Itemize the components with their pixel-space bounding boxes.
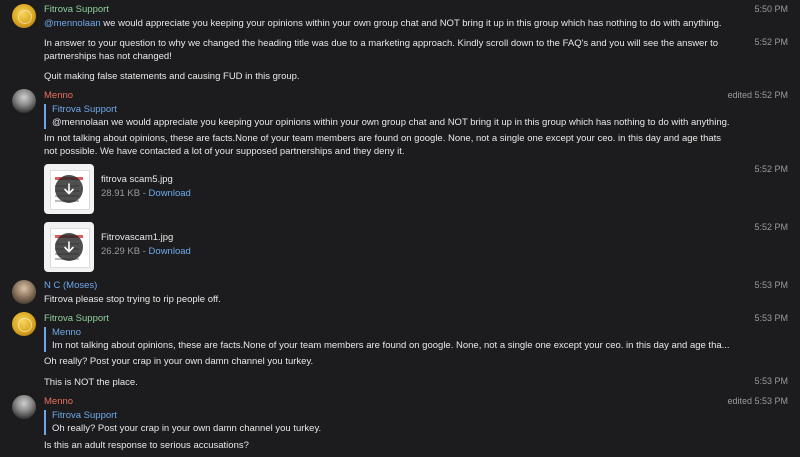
sender-name[interactable]: Fitrova Support (44, 313, 109, 324)
reply-quote[interactable]: Menno Im not talking about opinions, the… (44, 327, 752, 352)
download-icon[interactable] (55, 175, 83, 203)
quote-text: @mennolaan we would appreciate you keepi… (52, 117, 730, 128)
message-time: 5:52 PM (754, 164, 788, 174)
message-time: 5:52 PM (754, 37, 788, 47)
mention-link[interactable]: @mennolaan (44, 18, 101, 29)
message-text: Is this an adult response to serious acc… (44, 440, 249, 451)
message-text: In answer to your question to why we cha… (44, 38, 719, 62)
file-attachment[interactable]: fitrova scam5.jpg 28.91 KB - Download (44, 164, 344, 214)
avatar-menno[interactable] (12, 395, 36, 419)
file-attachment[interactable]: Fitrovascam1.jpg 26.29 KB - Download (44, 222, 344, 272)
file-name: fitrova scam5.jpg (101, 174, 173, 185)
message-text: Oh really? Post your crap in your own da… (44, 356, 314, 367)
message-time: 5:52 PM (754, 222, 788, 232)
message-time: 5:50 PM (754, 4, 788, 14)
avatar-menno[interactable] (12, 89, 36, 113)
quote-text: Im not talking about opinions, these are… (52, 340, 730, 351)
avatar-fitrova-support[interactable] (12, 4, 36, 28)
message-time: edited 5:53 PM (727, 396, 788, 406)
sender-name[interactable]: N C (Moses) (44, 280, 97, 291)
file-thumbnail[interactable] (44, 164, 94, 214)
message-text: @mennolaan we would appreciate you keepi… (44, 18, 722, 29)
download-link[interactable]: Download (149, 188, 191, 199)
quote-sender: Fitrova Support (52, 104, 117, 115)
file-meta: 26.29 KB - Download (101, 246, 191, 257)
message-text: Im not talking about opinions, these are… (44, 133, 722, 157)
avatar-nc-moses[interactable] (12, 280, 36, 304)
sender-name[interactable]: Menno (44, 396, 73, 407)
file-thumbnail[interactable] (44, 222, 94, 272)
download-link[interactable]: Download (149, 246, 191, 257)
file-meta: 28.91 KB - Download (101, 188, 191, 199)
quote-sender: Fitrova Support (52, 410, 117, 421)
message-time: 5:53 PM (754, 313, 788, 323)
message-text: This is NOT the place. (44, 377, 138, 388)
reply-quote[interactable]: Fitrova Support Oh really? Post your cra… (44, 410, 752, 435)
quote-sender: Menno (52, 327, 82, 338)
avatar-fitrova-support[interactable] (12, 312, 36, 336)
download-icon[interactable] (55, 233, 83, 261)
reply-quote[interactable]: Fitrova Support @mennolaan we would appr… (44, 104, 752, 129)
sender-name[interactable]: Menno (44, 90, 73, 101)
message-time: edited 5:52 PM (727, 90, 788, 100)
message-time: 5:53 PM (754, 280, 788, 290)
sender-name[interactable]: Fitrova Support (44, 4, 109, 15)
quote-text: Oh really? Post your crap in your own da… (52, 423, 322, 434)
message-text: Fitrova please stop trying to rip people… (44, 294, 221, 305)
message-time: 5:53 PM (754, 376, 788, 386)
message-text: Quit making false statements and causing… (44, 71, 300, 82)
file-name: Fitrovascam1.jpg (101, 232, 174, 243)
